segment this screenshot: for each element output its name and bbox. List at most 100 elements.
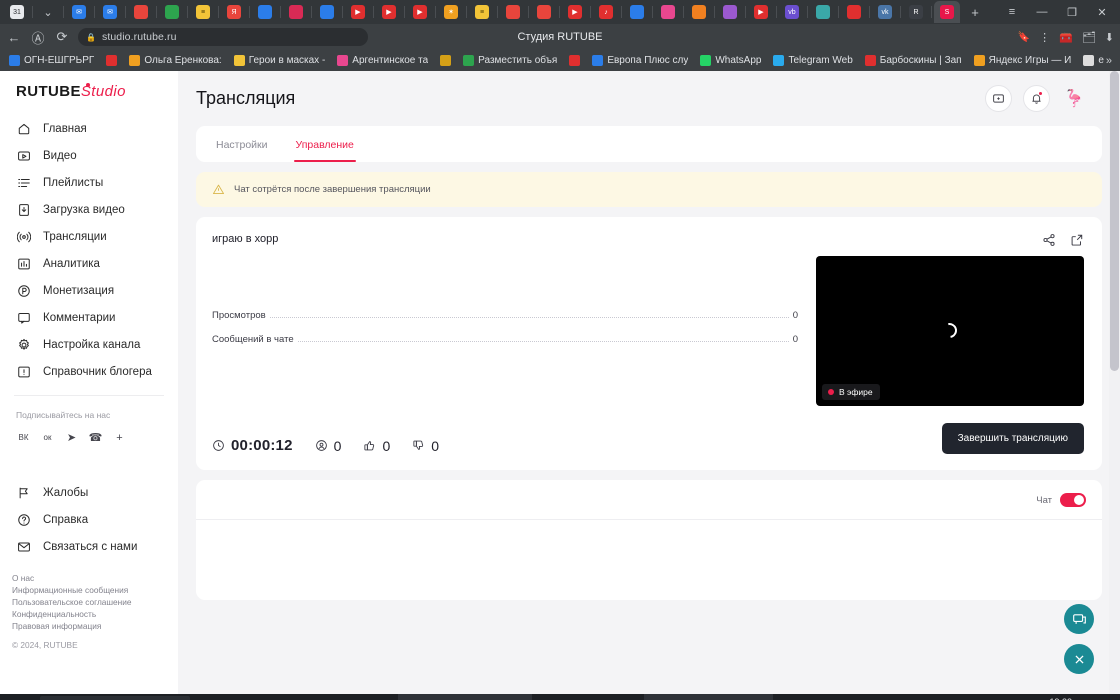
youtube-tab-2[interactable]: ▶ bbox=[376, 1, 402, 23]
bookmark-item[interactable]: Разместить объя bbox=[458, 52, 562, 70]
vk-icon[interactable]: ВК bbox=[14, 428, 33, 447]
legal-link[interactable]: О нас bbox=[12, 572, 162, 584]
tab-management[interactable]: Управление bbox=[293, 126, 357, 162]
scrollbar-thumb[interactable] bbox=[1110, 71, 1119, 371]
youtube-tab-3[interactable]: ▶ bbox=[407, 1, 433, 23]
chrome-tab[interactable] bbox=[159, 1, 185, 23]
chat-toggle[interactable] bbox=[1060, 493, 1086, 507]
end-stream-button[interactable]: Завершить трансляцию bbox=[941, 423, 1084, 454]
bookmark-item[interactable] bbox=[564, 52, 585, 70]
active-tab-rutube[interactable]: S bbox=[934, 1, 960, 23]
vk-tab-1[interactable] bbox=[252, 1, 278, 23]
reload-icon[interactable]: ⟳ bbox=[54, 29, 70, 45]
mail-tab-1[interactable]: ✉ bbox=[66, 1, 92, 23]
sidebar-item-загрузка-видео[interactable]: Загрузка видео bbox=[0, 196, 178, 223]
record-tab[interactable] bbox=[283, 1, 309, 23]
sidebar-item-связаться-с-нами[interactable]: Связаться с нами bbox=[0, 533, 178, 560]
vb-tab[interactable]: vb bbox=[779, 1, 805, 23]
yandex-browser-button[interactable]: Я bbox=[222, 694, 254, 700]
browser-more-icon[interactable]: ⋮ bbox=[1039, 31, 1050, 44]
sidebar-item-плейлисты[interactable]: Плейлисты bbox=[0, 169, 178, 196]
sidebar-item-справочник-блогера[interactable]: Справочник блогера bbox=[0, 358, 178, 385]
ok-icon[interactable]: ок bbox=[38, 428, 57, 447]
bookmarks-bar[interactable]: ОГН-ЕШГРЬРГ Ольга Еренкова: Герои в масках… bbox=[0, 50, 1120, 71]
avatar[interactable]: 🦩 bbox=[1061, 85, 1088, 112]
collections-icon[interactable]: 🗂 bbox=[1082, 31, 1096, 44]
pink-tab[interactable] bbox=[655, 1, 681, 23]
sidebar-item-трансляции[interactable]: Трансляции bbox=[0, 223, 178, 250]
external-link-icon[interactable] bbox=[1070, 233, 1084, 247]
minimize-button[interactable]: — bbox=[1028, 1, 1056, 23]
notes-tab-2[interactable]: ≡ bbox=[469, 1, 495, 23]
yandex-tab-1[interactable]: Я bbox=[221, 1, 247, 23]
bookmark-item[interactable]: Европа Плюс слу bbox=[587, 52, 693, 70]
address-bar[interactable]: 🔒 studio.rutube.ru bbox=[78, 28, 368, 46]
bookmark-item[interactable]: Герои в масках - bbox=[229, 52, 331, 70]
obs-window[interactable]: ◉OBS 30.2.3 - Проф... bbox=[644, 694, 773, 700]
tab-settings[interactable]: Настройки bbox=[214, 126, 270, 162]
sun-tab[interactable]: ✶ bbox=[438, 1, 464, 23]
figma-tab-3[interactable] bbox=[531, 1, 557, 23]
yandex-logo-icon[interactable]: Ⓐ bbox=[30, 28, 46, 47]
bookmark-star-icon[interactable]: 🔖 bbox=[1018, 32, 1030, 43]
sidebar-item-монетизация[interactable]: Монетизация bbox=[0, 277, 178, 304]
bookmark-item[interactable]: Барбоскины | Зап bbox=[860, 52, 967, 70]
telegram-icon[interactable]: ➤ bbox=[62, 428, 81, 447]
browser-tab-bar[interactable]: 31 ⌄ ✉ ✉ ≡ Я ▶ ▶ ▶ ✶ ≡ ▶ ♪ ▶ vb vk R S + ≡ — ❐ ✕ bbox=[0, 0, 1120, 24]
more-socials-icon[interactable]: + bbox=[110, 428, 129, 447]
legal-link[interactable]: Информационные сообщения bbox=[12, 584, 162, 596]
youtube-tab-5[interactable]: ▶ bbox=[748, 1, 774, 23]
whatsapp-button[interactable]: ✆WhatsApp bbox=[254, 694, 366, 700]
bookmark-item[interactable]: Аргентинское та bbox=[332, 52, 433, 70]
sidebar-item-видео[interactable]: Видео bbox=[0, 142, 178, 169]
stream-preview-player[interactable]: В эфире bbox=[816, 256, 1084, 406]
chat-widget-button[interactable] bbox=[1064, 604, 1094, 634]
share-icon[interactable] bbox=[1042, 233, 1056, 247]
search-input[interactable]: Поиск bbox=[40, 696, 190, 700]
rutube-studio-window[interactable]: YСтудия RUTUBE — ... bbox=[398, 694, 533, 700]
mail-tab-2[interactable]: ✉ bbox=[97, 1, 123, 23]
figma-tab-2[interactable] bbox=[500, 1, 526, 23]
bookmark-item[interactable]: WhatsApp bbox=[695, 52, 766, 70]
vk-tab-3[interactable]: vk bbox=[872, 1, 898, 23]
viber-icon[interactable]: ☎ bbox=[86, 428, 105, 447]
downloads-icon[interactable]: ⬇ bbox=[1105, 31, 1114, 44]
legal-link[interactable]: Правовая информация bbox=[12, 620, 162, 632]
youtube-tab-4[interactable]: ▶ bbox=[562, 1, 588, 23]
red-circle-tab[interactable] bbox=[841, 1, 867, 23]
bookmark-item[interactable]: Telegram Web bbox=[768, 52, 857, 70]
figma-tab-1[interactable] bbox=[128, 1, 154, 23]
calendar-tab[interactable]: 31 bbox=[4, 1, 30, 23]
chevron-tab[interactable]: ⌄ bbox=[35, 1, 61, 23]
legal-link[interactable]: Пользовательское соглашение bbox=[12, 596, 162, 608]
stream-tabs[interactable]: Настройки Управление bbox=[196, 126, 1102, 162]
sidebar-item-справка[interactable]: Справка bbox=[0, 506, 178, 533]
maximize-button[interactable]: ❐ bbox=[1058, 1, 1086, 23]
add-video-icon[interactable] bbox=[985, 85, 1012, 112]
youtube-tab-1[interactable]: ▶ bbox=[345, 1, 371, 23]
teal-tab[interactable] bbox=[810, 1, 836, 23]
roblox-tab[interactable]: R bbox=[903, 1, 929, 23]
sidebar-item-настройка-канала[interactable]: Настройка канала bbox=[0, 331, 178, 358]
legal-link[interactable]: Конфиденциальность bbox=[12, 608, 162, 620]
bookmark-item[interactable]: erenkov_arsentiy bbox=[1078, 52, 1104, 70]
explorer-button[interactable]: 🗀 bbox=[366, 694, 398, 700]
bookmark-item[interactable] bbox=[435, 52, 456, 70]
sidebar-item-аналитика[interactable]: Аналитика bbox=[0, 250, 178, 277]
notes-tab-1[interactable]: ≡ bbox=[190, 1, 216, 23]
blue-tab[interactable] bbox=[624, 1, 650, 23]
taskview-button[interactable]: ❏ bbox=[190, 694, 222, 700]
new-tab-button[interactable]: + bbox=[962, 1, 988, 23]
bookmark-item[interactable]: Ольга Еренкова: bbox=[124, 52, 226, 70]
sidebar-item-жалобы[interactable]: Жалобы bbox=[0, 479, 178, 506]
extensions-icon[interactable]: 🧰 bbox=[1059, 31, 1073, 44]
vk-tab-2[interactable] bbox=[314, 1, 340, 23]
browser-menu-button[interactable]: ≡ bbox=[998, 1, 1026, 23]
purple-tab[interactable] bbox=[717, 1, 743, 23]
sidebar-item-комментарии[interactable]: Комментарии bbox=[0, 304, 178, 331]
music-tab[interactable]: ♪ bbox=[593, 1, 619, 23]
bookmarks-overflow-button[interactable]: » bbox=[1106, 55, 1116, 67]
bookmark-item[interactable]: Яндекс Игры — И bbox=[969, 52, 1077, 70]
close-window-button[interactable]: ✕ bbox=[1088, 1, 1116, 23]
bell-icon[interactable] bbox=[1023, 85, 1050, 112]
